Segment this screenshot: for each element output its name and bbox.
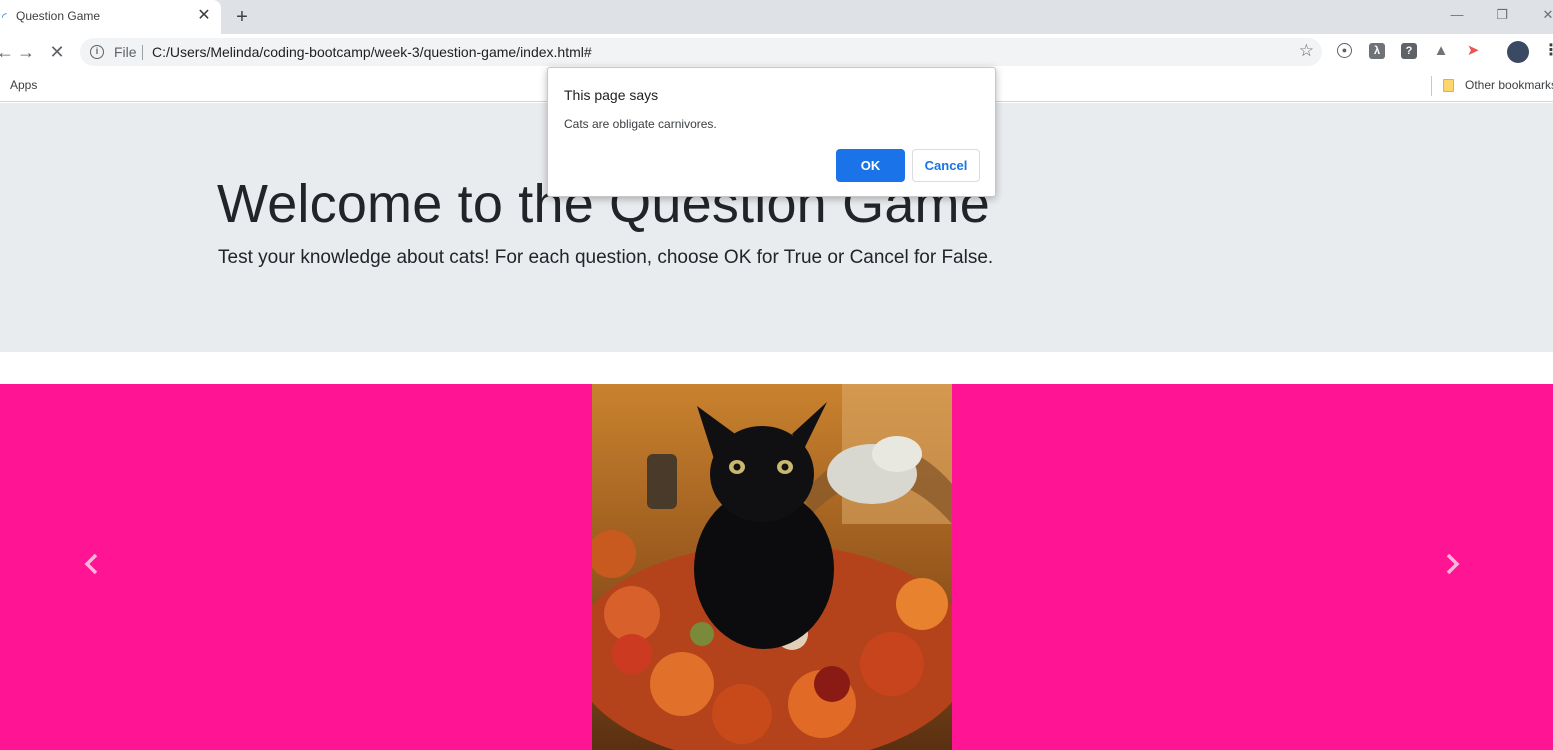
pdf-extension-icon[interactable]: λ: [1369, 43, 1385, 59]
carousel-prev-button[interactable]: [77, 549, 107, 579]
page-lead: Test your knowledge about cats! For each…: [218, 247, 994, 268]
browser-tab[interactable]: ◜ Question Game ✕: [0, 0, 221, 34]
ok-button[interactable]: OK: [836, 149, 905, 182]
menu-kebab-icon[interactable]: ⋮: [1543, 43, 1553, 59]
address-separator: [142, 45, 143, 60]
bookmark-other[interactable]: Other bookmarks: [1465, 78, 1553, 92]
tab-title: Question Game: [16, 9, 101, 23]
dialog-title: This page says: [564, 87, 659, 103]
cat-photo: [592, 384, 952, 750]
restore-icon[interactable]: ❐: [1492, 5, 1512, 25]
chevron-right-icon: [1446, 553, 1460, 575]
search-extension-icon[interactable]: ●: [1337, 43, 1352, 58]
minimize-icon[interactable]: —: [1447, 5, 1467, 25]
tab-close-icon[interactable]: ✕: [196, 8, 212, 24]
forward-icon[interactable]: →: [15, 41, 37, 63]
tab-strip: ◜ Question Game ✕ + — ❐ ✕: [0, 0, 1553, 34]
back-icon[interactable]: ←: [0, 41, 16, 63]
alert-dialog: This page says Cats are obligate carnivo…: [547, 67, 996, 197]
profile-avatar[interactable]: [1507, 41, 1529, 63]
close-window-icon[interactable]: ✕: [1538, 5, 1553, 25]
new-tab-button[interactable]: +: [231, 6, 253, 28]
stop-loading-icon[interactable]: ✕: [46, 41, 68, 63]
cast-extension-icon[interactable]: ➤: [1465, 43, 1481, 59]
browser-toolbar: ← → ✕ i File C:/Users/Melinda/coding-boo…: [0, 34, 1553, 70]
cancel-button[interactable]: Cancel: [912, 149, 980, 182]
info-icon[interactable]: i: [90, 45, 104, 59]
bookmark-star-icon[interactable]: ☆: [1299, 41, 1314, 61]
help-extension-icon[interactable]: ?: [1401, 43, 1417, 59]
bookmarks-separator: [1431, 76, 1432, 96]
chevron-left-icon: [84, 553, 98, 575]
cat-photo-illustration: [592, 384, 952, 750]
bookmark-apps[interactable]: Apps: [10, 78, 37, 92]
dialog-message: Cats are obligate carnivores.: [564, 117, 717, 131]
folder-icon: [1443, 79, 1454, 92]
file-scheme-label: File: [114, 44, 137, 60]
address-bar[interactable]: i File C:/Users/Melinda/coding-bootcamp/…: [80, 38, 1322, 66]
drive-extension-icon[interactable]: ▲: [1433, 43, 1449, 59]
url-text[interactable]: C:/Users/Melinda/coding-bootcamp/week-3/…: [152, 44, 592, 60]
loading-icon: ◜: [2, 10, 7, 24]
carousel-next-button[interactable]: [1437, 549, 1467, 579]
carousel: [0, 384, 1553, 750]
